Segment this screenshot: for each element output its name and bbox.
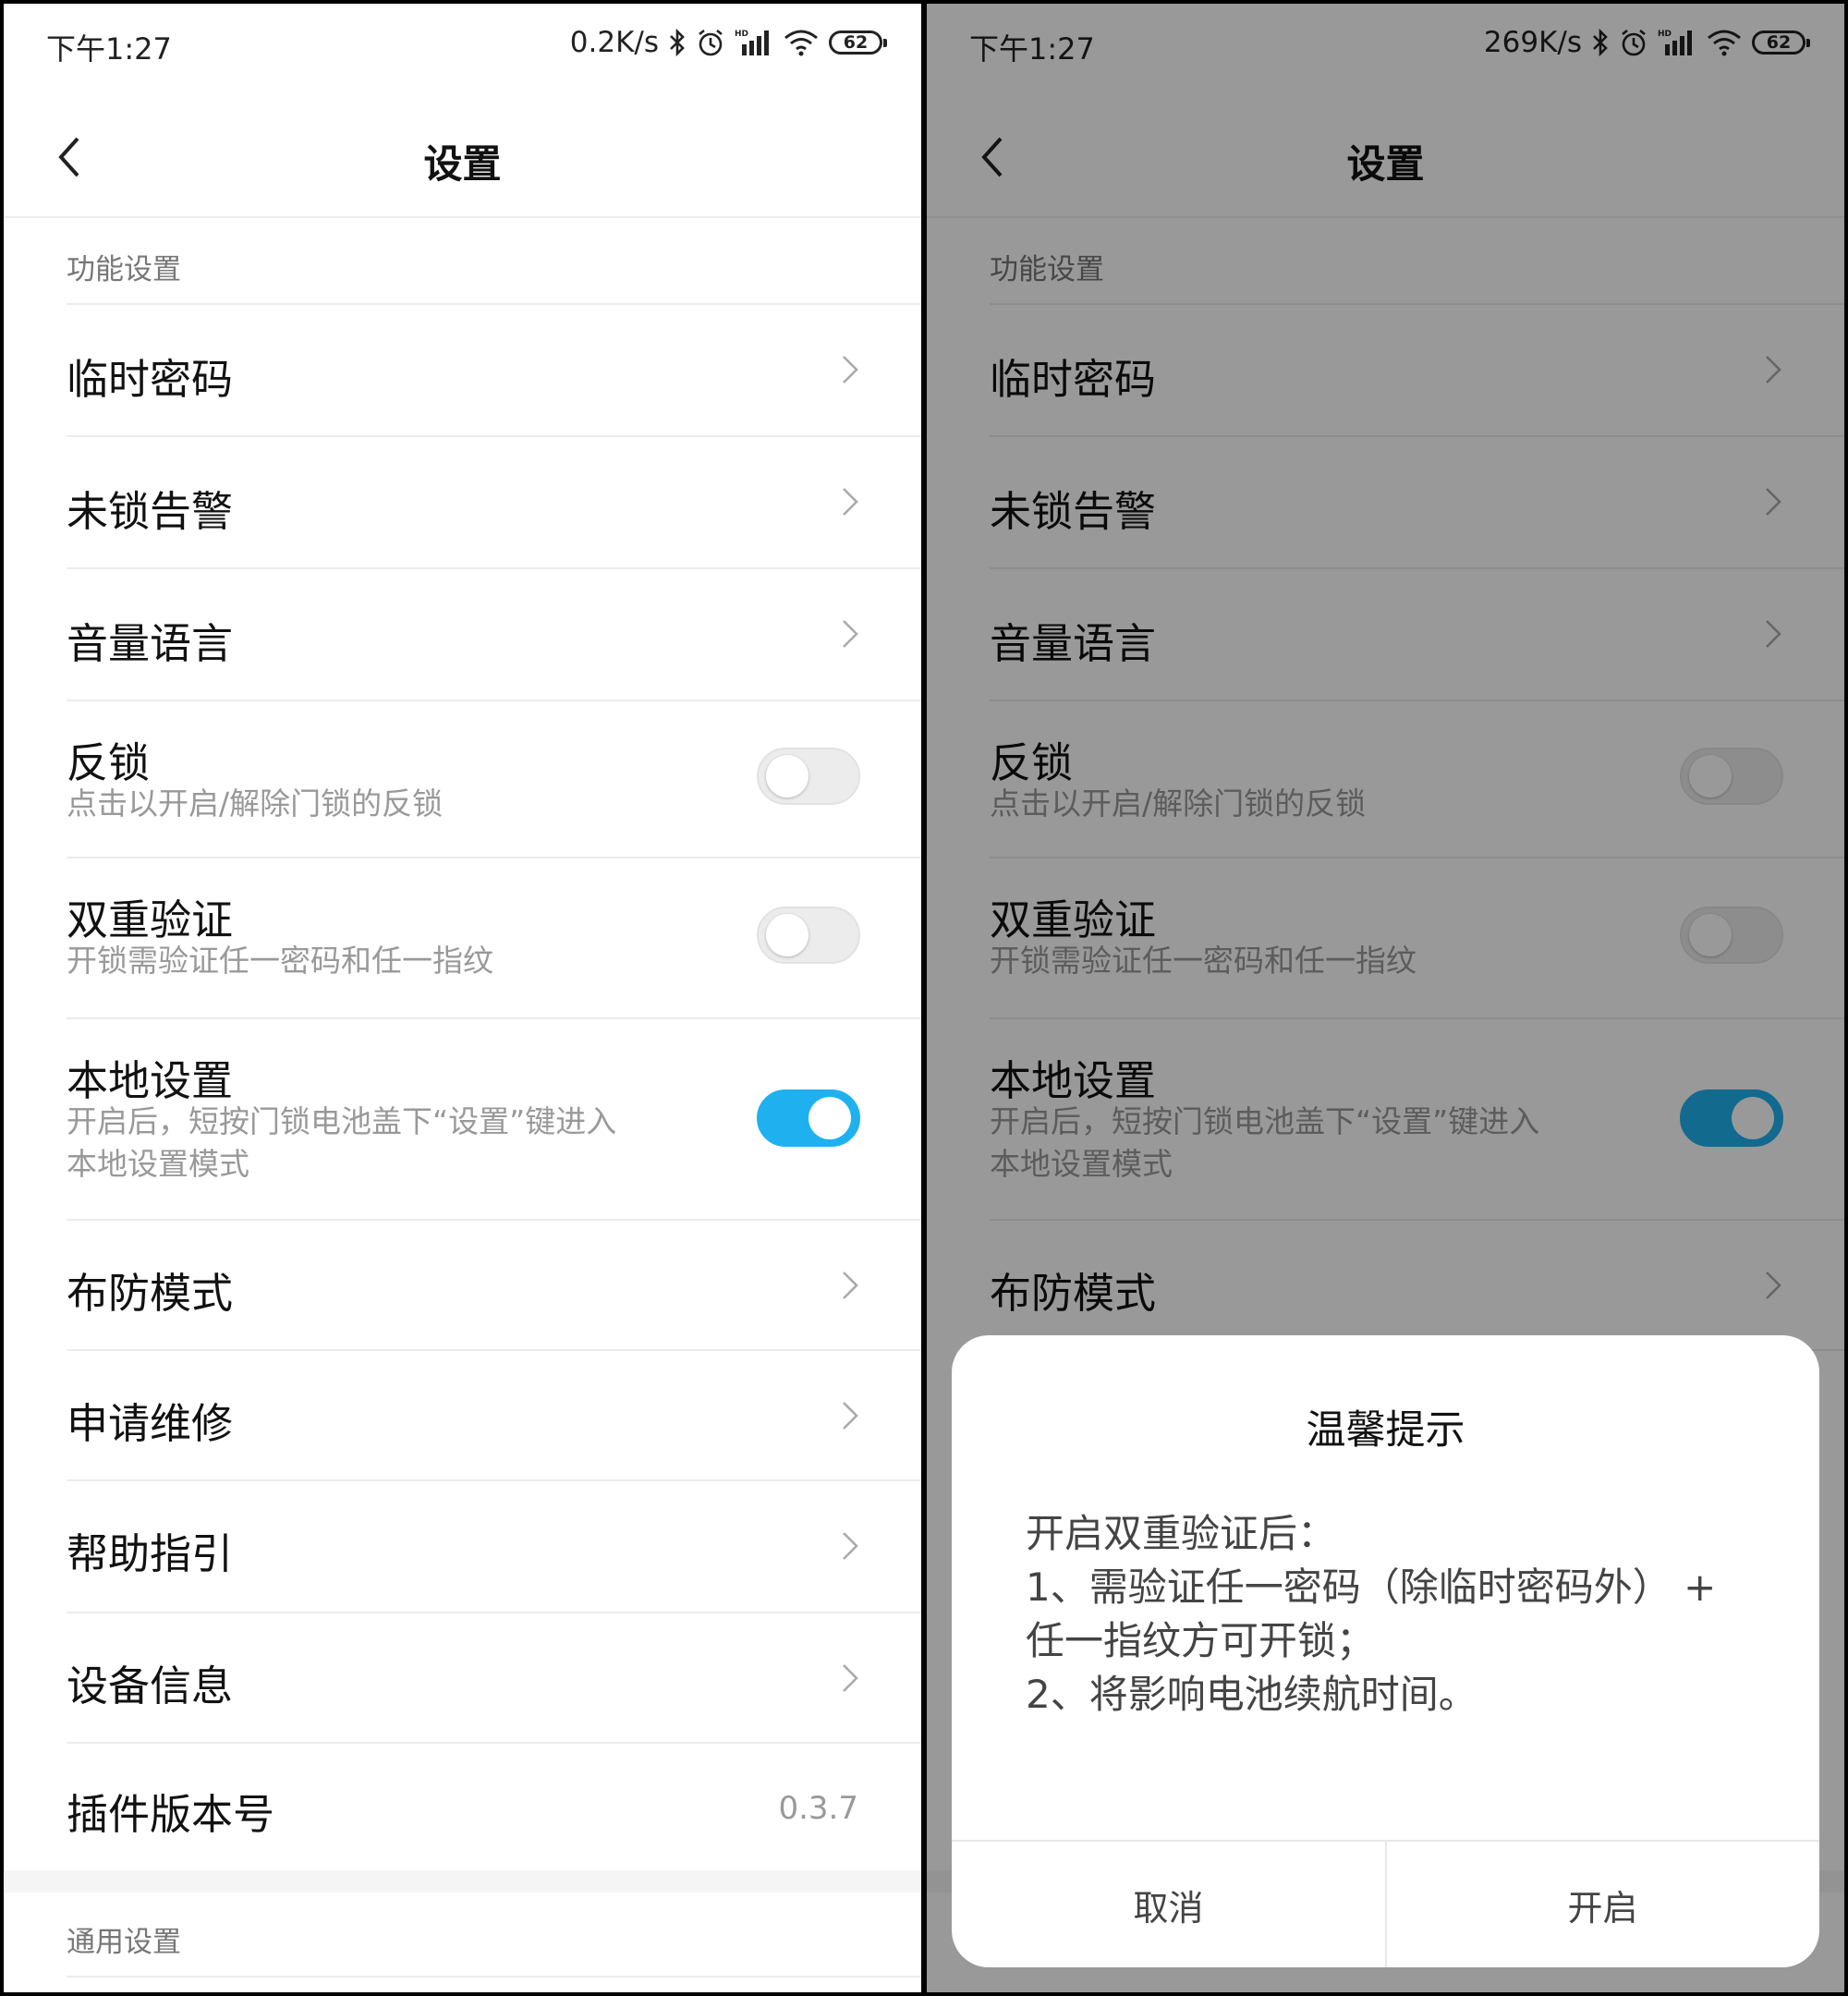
dialog-title: 温馨提示 [1306,1407,1465,1454]
dialog-line: 开启双重验证后： [1026,1511,1337,1556]
settings-row-help-guide[interactable]: 帮助指引 [4,1481,921,1612]
settings-row-unlock-alert[interactable]: 未锁告警 [4,437,921,567]
settings-row-arming-mode[interactable]: 布防模式 [4,1221,921,1349]
settings-row-device-info[interactable]: 设备信息 [4,1613,921,1742]
settings-row-plugin-version: 插件版本号 0.3.7 [4,1744,921,1870]
bluetooth-icon [670,28,685,57]
row-subtitle: 点击以开启/解除门锁的反锁 [67,785,444,822]
enable-button[interactable]: 开启 [1386,1842,1819,1967]
row-title: 临时密码 [67,355,234,404]
row-title: 反锁 [67,738,151,787]
page-title: 设置 [423,141,502,187]
settings-row-local-settings: 本地设置 开启后，短按门锁电池盖下“设置”键进入本地设置模式 [4,1019,921,1219]
chevron-right-icon [843,356,858,383]
chevron-right-icon [843,620,858,648]
double-verify-toggle[interactable] [757,907,860,964]
wifi-icon [784,30,818,56]
section-header-function: 功能设置 [67,253,181,286]
toggle-knob [766,755,808,797]
settings-row-repair-request[interactable]: 申请维修 [4,1351,921,1479]
row-title: 双重验证 [67,895,234,944]
dialog-line: 任一指纹方可开锁； [1026,1618,1376,1663]
row-title: 设备信息 [67,1661,234,1710]
section-gap [4,1870,921,1893]
status-icons: 0.2K/s HD 62 [569,26,887,59]
nav-divider [4,216,921,218]
tip-dialog: 温馨提示 开启双重验证后： 1、需验证任一密码（除临时密码外） + 任一指纹方可… [952,1335,1819,1967]
alarm-icon [699,29,723,56]
section-header-general: 通用设置 [67,1926,181,1959]
settings-row-double-verify: 双重验证 开锁需验证任一密码和任一指纹 [4,858,921,1017]
row-subtitle: 开锁需验证任一密码和任一指纹 [67,943,493,979]
chevron-right-icon [843,1664,858,1692]
row-title: 本地设置 [67,1056,234,1105]
row-subtitle: 开启后，短按门锁电池盖下“设置”键进入本地设置模式 [67,1103,617,1182]
signal-icon: HD [735,30,769,55]
toggle-knob [766,914,808,956]
dialog-line: 1、需验证任一密码（除临时密码外） + [1026,1564,1717,1610]
cancel-button[interactable]: 取消 [952,1842,1385,1967]
chevron-right-icon [843,1272,858,1299]
chevron-right-icon [843,1532,858,1560]
status-time: 下午1:27 [46,31,172,67]
settings-row-volume-language[interactable]: 音量语言 [4,569,921,700]
battery-icon: 62 [829,30,887,55]
row-title: 插件版本号 [67,1790,275,1839]
row-title: 布防模式 [67,1269,234,1318]
toggle-knob [808,1097,851,1139]
status-bar: 下午1:27 0.2K/s HD 62 [4,4,921,87]
svg-text:HD: HD [735,30,748,39]
chevron-right-icon [843,1402,858,1430]
row-title: 音量语言 [67,619,234,668]
dialog-body: 开启双重验证后： 1、需验证任一密码（除临时密码外） + 任一指纹方可开锁； 2… [1026,1507,1755,1722]
network-speed: 0.2K/s [569,26,659,59]
anti-lock-toggle[interactable] [757,748,860,805]
row-title: 申请维修 [67,1399,234,1448]
dialog-line: 2、将影响电池续航时间。 [1026,1672,1477,1717]
local-settings-toggle[interactable] [757,1089,860,1147]
settings-screen-left: 下午1:27 0.2K/s HD 62 设置 功能设置 临时密码 未锁告警 音量… [4,4,921,1992]
settings-row-anti-lock: 反锁 点击以开启/解除门锁的反锁 [4,701,921,857]
plugin-version-value: 0.3.7 [778,1790,858,1827]
chevron-right-icon [843,488,858,516]
row-title: 未锁告警 [67,487,234,536]
settings-screen-right: 下午1:27 269K/s HD 62 设置 功能设置 临时密码 未锁告警 音量… [927,4,1844,1992]
settings-row-temp-password[interactable]: 临时密码 [4,305,921,435]
row-title: 帮助指引 [67,1529,234,1578]
divider [67,1976,921,1978]
nav-bar: 设置 [4,96,921,216]
